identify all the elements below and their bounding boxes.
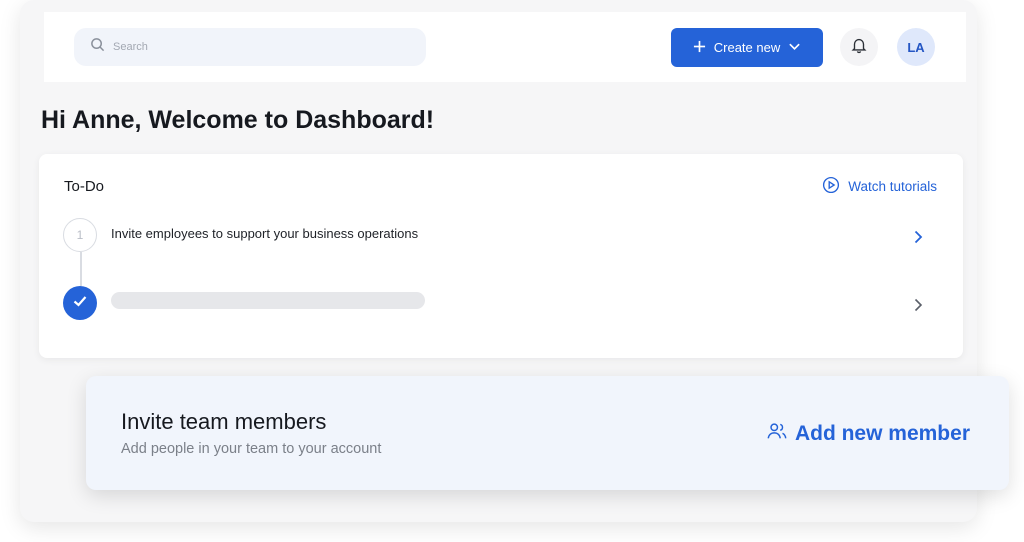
todo-step-text: Invite employees to support your busines… [111,226,419,241]
invite-team-card: Invite team members Add people in your t… [86,376,1009,490]
watch-tutorials-label: Watch tutorials [848,179,937,194]
avatar-initials: LA [907,39,925,55]
create-new-button[interactable]: Create new [671,28,823,67]
checkmark-icon [71,292,89,315]
page-title: Hi Anne, Welcome to Dashboard! [41,106,435,134]
search-box[interactable] [74,28,426,66]
play-circle-icon [822,176,840,197]
top-bar: Create new LA [44,12,966,82]
step-connector [80,252,82,286]
step-number-badge: 1 [63,218,97,252]
watch-tutorials-link[interactable]: Watch tutorials [822,176,937,197]
invite-subtitle: Add people in your team to your account [121,441,382,457]
search-icon [90,37,105,57]
create-new-label: Create new [713,40,781,55]
users-icon [766,420,788,448]
search-input[interactable] [113,41,413,53]
bell-icon [850,36,868,59]
plus-icon [693,40,706,56]
chevron-down-icon [788,40,801,56]
step-completed-badge [63,286,97,320]
todo-card: To-Do Watch tutorials 1 Invite employees… [39,154,963,358]
add-new-member-button[interactable]: Add new member [766,420,970,448]
invite-title: Invite team members [121,409,327,434]
todo-title: To-Do [64,178,105,195]
avatar[interactable]: LA [897,28,935,66]
step-number: 1 [76,228,84,242]
todo-step-placeholder [111,292,425,309]
chevron-right-icon[interactable] [910,297,926,313]
chevron-right-icon[interactable] [910,229,926,245]
notifications-button[interactable] [840,28,878,66]
add-new-member-label: Add new member [794,422,970,445]
